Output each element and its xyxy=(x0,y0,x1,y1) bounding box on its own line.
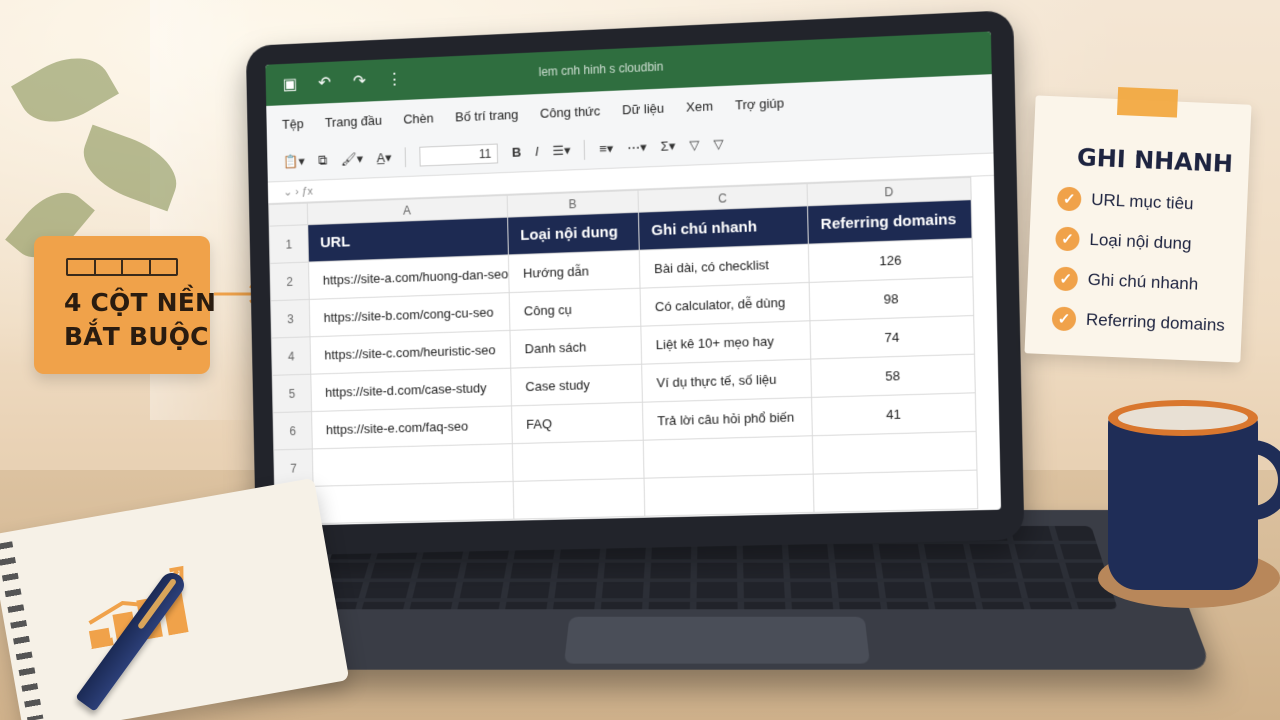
coffee-mug xyxy=(1108,410,1258,590)
tape xyxy=(1117,87,1178,118)
menu-formulas[interactable]: Công thức xyxy=(540,103,601,121)
note-cell[interactable]: Có calculator, dễ dùng xyxy=(640,282,810,326)
spreadsheet-window: ▣ ↶ ↷ ⋮ lem cnh hinh s cloudbin Tệp Tran… xyxy=(265,31,1001,526)
menu-insert[interactable]: Chèn xyxy=(403,110,434,126)
url-cell[interactable]: https://site-e.com/faq-seo xyxy=(312,406,513,449)
url-cell[interactable]: https://site-b.com/cong-cu-seo xyxy=(309,293,510,337)
row-number[interactable]: 2 xyxy=(270,262,309,301)
row-number[interactable]: 5 xyxy=(272,374,311,412)
note-item: ✓ URL mục tiêu xyxy=(1057,186,1194,216)
spreadsheet-icon xyxy=(66,258,178,276)
type-cell[interactable]: Danh sách xyxy=(510,326,642,368)
more-icon[interactable]: ⋮ xyxy=(384,68,406,91)
undo-icon[interactable]: ↶ xyxy=(314,71,336,94)
row-number[interactable]: 1 xyxy=(269,225,308,264)
menu-help[interactable]: Trợ giúp xyxy=(735,95,784,112)
type-cell[interactable]: Case study xyxy=(511,364,643,406)
check-icon: ✓ xyxy=(1051,306,1076,331)
header-cell[interactable]: Referring domains xyxy=(808,200,973,244)
check-icon: ✓ xyxy=(1053,266,1078,291)
note-cell[interactable]: Liệt kê 10+ mẹo hay xyxy=(641,321,811,364)
note-title: GHI NHANH xyxy=(1076,143,1233,178)
coffee xyxy=(1118,406,1248,430)
sticky-note: GHI NHANH ✓ URL mục tiêu ✓ Loại nội dung… xyxy=(1024,95,1251,362)
note-cell[interactable]: Trả lời câu hỏi phổ biến xyxy=(642,397,812,440)
note-cell[interactable]: Ví dụ thực tế, số liệu xyxy=(642,359,812,402)
callout-badge: 4 CỘT NỀN BẮT BUỘC xyxy=(34,236,210,374)
menu-view[interactable]: Xem xyxy=(686,98,713,114)
window-title: lem cnh hinh s cloudbin xyxy=(538,60,663,80)
callout-line-1: 4 CỘT NỀN xyxy=(64,288,216,317)
sort-icon[interactable]: ▽ xyxy=(713,136,723,152)
type-cell[interactable]: FAQ xyxy=(512,402,644,443)
laptop-lid: ▣ ↶ ↷ ⋮ lem cnh hinh s cloudbin Tệp Tran… xyxy=(246,10,1025,556)
select-all[interactable] xyxy=(269,203,308,226)
domains-cell[interactable]: 126 xyxy=(808,238,973,282)
number-format-icon[interactable]: ⋯▾ xyxy=(627,139,647,156)
note-item: ✓ Loại nội dung xyxy=(1055,226,1192,256)
domains-cell[interactable]: 98 xyxy=(809,277,974,321)
italic-icon[interactable]: I xyxy=(535,144,539,159)
check-icon: ✓ xyxy=(1057,186,1082,211)
copy-icon[interactable]: ⧉ xyxy=(318,152,327,168)
wrap-icon[interactable]: ≡▾ xyxy=(599,140,613,157)
domains-cell[interactable]: 41 xyxy=(812,393,977,436)
note-item: ✓ Ghi chú nhanh xyxy=(1053,266,1199,296)
spreadsheet-grid: A B C D 1 URL Loại nội dung Ghi chú nhan… xyxy=(268,177,978,525)
fill-color-icon[interactable]: A̲▾ xyxy=(377,149,392,165)
trackpad[interactable] xyxy=(564,617,870,664)
note-item: ✓ Referring domains xyxy=(1051,306,1225,338)
url-cell[interactable]: https://site-c.com/heuristic-seo xyxy=(310,330,511,374)
filter-icon[interactable]: ▽ xyxy=(689,137,699,153)
type-cell[interactable]: Công cụ xyxy=(509,288,641,330)
row-number[interactable]: 3 xyxy=(271,299,310,338)
menu-page-layout[interactable]: Bố trí trang xyxy=(455,106,519,124)
domains-cell[interactable]: 58 xyxy=(811,354,976,397)
font-size-select[interactable]: 11 xyxy=(420,143,499,166)
redo-icon[interactable]: ↷ xyxy=(349,70,371,93)
bold-icon[interactable]: B xyxy=(512,145,522,160)
row-number[interactable]: 4 xyxy=(271,337,310,376)
menu-file[interactable]: Tệp xyxy=(282,116,304,132)
header-cell[interactable]: Loại nội dung xyxy=(508,212,640,255)
header-cell[interactable]: Ghi chú nhanh xyxy=(639,206,809,250)
align-icon[interactable]: ☰▾ xyxy=(552,142,570,159)
domains-cell[interactable]: 74 xyxy=(810,316,975,360)
app-icon: ▣ xyxy=(279,73,301,96)
check-icon: ✓ xyxy=(1055,226,1080,251)
url-cell[interactable]: https://site-d.com/case-study xyxy=(311,368,512,411)
menu-data[interactable]: Dữ liệu xyxy=(622,100,664,117)
note-cell[interactable]: Bài dài, có checklist xyxy=(639,244,809,288)
format-painter-icon[interactable]: 🖌▾ xyxy=(341,151,364,168)
sum-icon[interactable]: Σ▾ xyxy=(661,138,676,155)
callout-line-2: BẮT BUỘC xyxy=(64,322,209,351)
row-number[interactable]: 6 xyxy=(273,412,312,450)
paste-icon[interactable]: 📋▾ xyxy=(283,153,305,170)
type-cell[interactable]: Hướng dẫn xyxy=(508,250,640,292)
menu-home[interactable]: Trang đầu xyxy=(325,112,382,129)
